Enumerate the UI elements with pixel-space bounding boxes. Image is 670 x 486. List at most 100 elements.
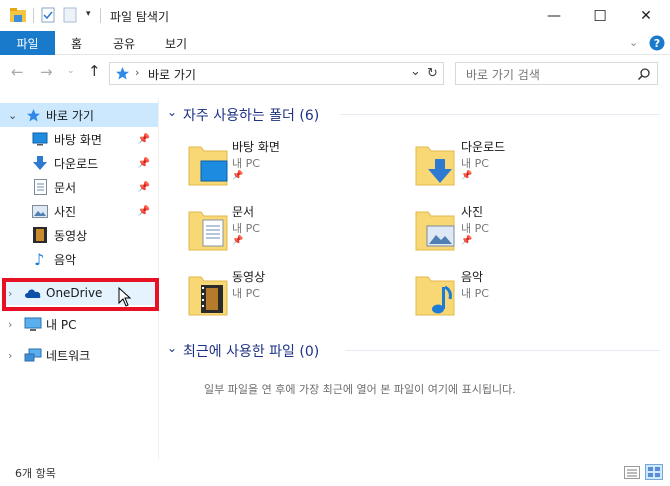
breadcrumb-current[interactable]: 바로 가기 bbox=[148, 66, 196, 83]
recent-empty-message: 일부 파일을 연 후에 가장 최근에 열어 본 파일이 여기에 표시됩니다. bbox=[204, 383, 516, 396]
recent-collapse-icon[interactable]: ⌄ bbox=[167, 341, 177, 355]
nav-item-label: 바탕 화면 bbox=[54, 132, 102, 147]
nav-network[interactable]: › 네트워크 bbox=[0, 343, 158, 367]
network-icon bbox=[24, 348, 42, 361]
folder-location: 내 PC bbox=[232, 157, 260, 170]
pin-icon[interactable]: 📌 bbox=[461, 171, 472, 181]
status-bar bbox=[0, 460, 670, 486]
expand-chevron-icon[interactable]: › bbox=[8, 349, 12, 362]
highlight-box bbox=[2, 278, 159, 311]
close-icon: ✕ bbox=[640, 7, 652, 24]
download-arrow-icon bbox=[33, 156, 47, 170]
back-arrow-icon[interactable]: ← bbox=[11, 63, 24, 81]
customize-qa-dropdown-icon[interactable]: ▾ bbox=[86, 9, 91, 19]
nav-quick-access-label: 바로 가기 bbox=[46, 108, 94, 123]
nav-item-documents[interactable]: 문서 📌 bbox=[0, 175, 158, 199]
folder-name: 바탕 화면 bbox=[232, 140, 280, 154]
mouse-cursor-icon bbox=[118, 287, 132, 307]
address-bar[interactable]: › 바로 가기 ⌄ bbox=[109, 62, 444, 85]
nav-item-label: 다운로드 bbox=[54, 156, 99, 171]
details-view-icon[interactable] bbox=[624, 466, 640, 479]
nav-item-label: 문서 bbox=[54, 180, 77, 195]
expand-chevron-icon[interactable]: › bbox=[8, 318, 12, 331]
quick-access-star-icon bbox=[27, 108, 40, 121]
folder-name: 동영상 bbox=[232, 270, 266, 284]
nav-this-pc[interactable]: › 내 PC bbox=[0, 312, 158, 336]
pin-icon[interactable]: 📌 bbox=[138, 182, 150, 193]
search-box[interactable]: 바로 가기 검색 bbox=[455, 62, 658, 85]
folder-location: 내 PC bbox=[461, 157, 489, 170]
pin-icon[interactable]: 📌 bbox=[232, 171, 243, 181]
tab-file[interactable]: 파일 bbox=[0, 31, 55, 55]
nav-item-music[interactable]: ♪ 음악 bbox=[0, 247, 158, 271]
nav-network-label: 네트워크 bbox=[46, 348, 91, 363]
nav-quick-access[interactable]: ⌄ 바로 가기 bbox=[0, 103, 158, 127]
folder-name: 문서 bbox=[232, 205, 255, 219]
folder-tile-videos[interactable]: 동영상 내 PC bbox=[183, 265, 393, 321]
frequent-folders-header[interactable]: 자주 사용하는 폴더 (6) bbox=[183, 105, 319, 125]
search-icon[interactable] bbox=[637, 67, 651, 81]
explorer-app-icon[interactable] bbox=[9, 7, 27, 23]
folder-name: 다운로드 bbox=[461, 140, 506, 154]
refresh-button[interactable]: ↻ bbox=[422, 62, 444, 85]
document-icon bbox=[34, 179, 47, 195]
nav-item-desktop[interactable]: 바탕 화면 📌 bbox=[0, 127, 158, 151]
breadcrumb-separator-icon[interactable]: › bbox=[135, 66, 139, 79]
tab-view[interactable]: 보기 bbox=[165, 31, 187, 55]
ribbon-expand-icon[interactable]: ⌄ bbox=[629, 36, 638, 49]
nav-item-downloads[interactable]: 다운로드 📌 bbox=[0, 151, 158, 175]
folder-location: 내 PC bbox=[461, 287, 489, 300]
ribbon-tab-bar bbox=[0, 31, 670, 55]
folder-tile-documents[interactable]: 문서 내 PC 📌 bbox=[183, 200, 393, 256]
nav-item-label: 동영상 bbox=[54, 228, 88, 243]
folder-tile-pictures[interactable]: 사진 내 PC 📌 bbox=[412, 200, 622, 256]
folder-tile-downloads[interactable]: 다운로드 내 PC 📌 bbox=[412, 135, 622, 191]
up-arrow-icon[interactable]: ↑ bbox=[88, 62, 101, 80]
videos-folder-icon bbox=[188, 276, 228, 316]
pin-icon[interactable]: 📌 bbox=[138, 134, 150, 145]
title-divider bbox=[100, 8, 101, 23]
nav-this-pc-label: 내 PC bbox=[46, 317, 77, 332]
group-divider bbox=[340, 114, 660, 115]
pin-icon[interactable]: 📌 bbox=[232, 236, 243, 246]
tab-share[interactable]: 공유 bbox=[113, 31, 135, 55]
picture-icon bbox=[32, 204, 48, 218]
search-input[interactable]: 바로 가기 검색 bbox=[466, 66, 540, 83]
computer-icon bbox=[24, 317, 42, 331]
music-folder-icon bbox=[415, 276, 455, 316]
address-dropdown-icon[interactable]: ⌄ bbox=[410, 64, 421, 79]
film-icon bbox=[33, 227, 47, 243]
music-note-icon: ♪ bbox=[34, 249, 45, 269]
minimize-icon: — bbox=[547, 7, 561, 24]
large-icons-view-icon[interactable] bbox=[645, 464, 663, 480]
collapse-chevron-icon[interactable]: ⌄ bbox=[8, 109, 17, 122]
desktop-icon bbox=[32, 132, 48, 146]
folder-tile-music[interactable]: 음악 내 PC bbox=[412, 265, 622, 321]
folder-location: 내 PC bbox=[461, 222, 489, 235]
folder-name: 음악 bbox=[461, 270, 484, 284]
properties-icon[interactable] bbox=[41, 7, 55, 23]
recent-files-header[interactable]: 최근에 사용한 파일 (0) bbox=[183, 341, 319, 361]
close-button[interactable]: ✕ bbox=[623, 0, 669, 31]
forward-arrow-icon[interactable]: → bbox=[40, 63, 53, 81]
nav-item-videos[interactable]: 동영상 bbox=[0, 223, 158, 247]
refresh-icon: ↻ bbox=[427, 66, 438, 81]
folder-tile-desktop[interactable]: 바탕 화면 내 PC 📌 bbox=[183, 135, 393, 191]
recent-locations-chevron-icon[interactable]: ⌄ bbox=[67, 66, 75, 76]
nav-item-label: 음악 bbox=[54, 252, 77, 267]
pin-icon[interactable]: 📌 bbox=[461, 236, 472, 246]
frequent-collapse-icon[interactable]: ⌄ bbox=[167, 105, 177, 119]
quick-access-star-icon bbox=[116, 67, 129, 80]
folder-location: 내 PC bbox=[232, 287, 260, 300]
pictures-folder-icon bbox=[415, 211, 455, 251]
nav-item-pictures[interactable]: 사진 📌 bbox=[0, 199, 158, 223]
folder-name: 사진 bbox=[461, 205, 484, 219]
help-icon[interactable]: ? bbox=[649, 35, 665, 51]
new-folder-icon[interactable] bbox=[63, 7, 77, 23]
folder-location: 내 PC bbox=[232, 222, 260, 235]
pin-icon[interactable]: 📌 bbox=[138, 206, 150, 217]
tab-home[interactable]: 홈 bbox=[71, 31, 82, 55]
minimize-button[interactable]: — bbox=[531, 0, 577, 31]
pin-icon[interactable]: 📌 bbox=[138, 158, 150, 169]
maximize-button[interactable]: ☐ bbox=[577, 0, 623, 31]
